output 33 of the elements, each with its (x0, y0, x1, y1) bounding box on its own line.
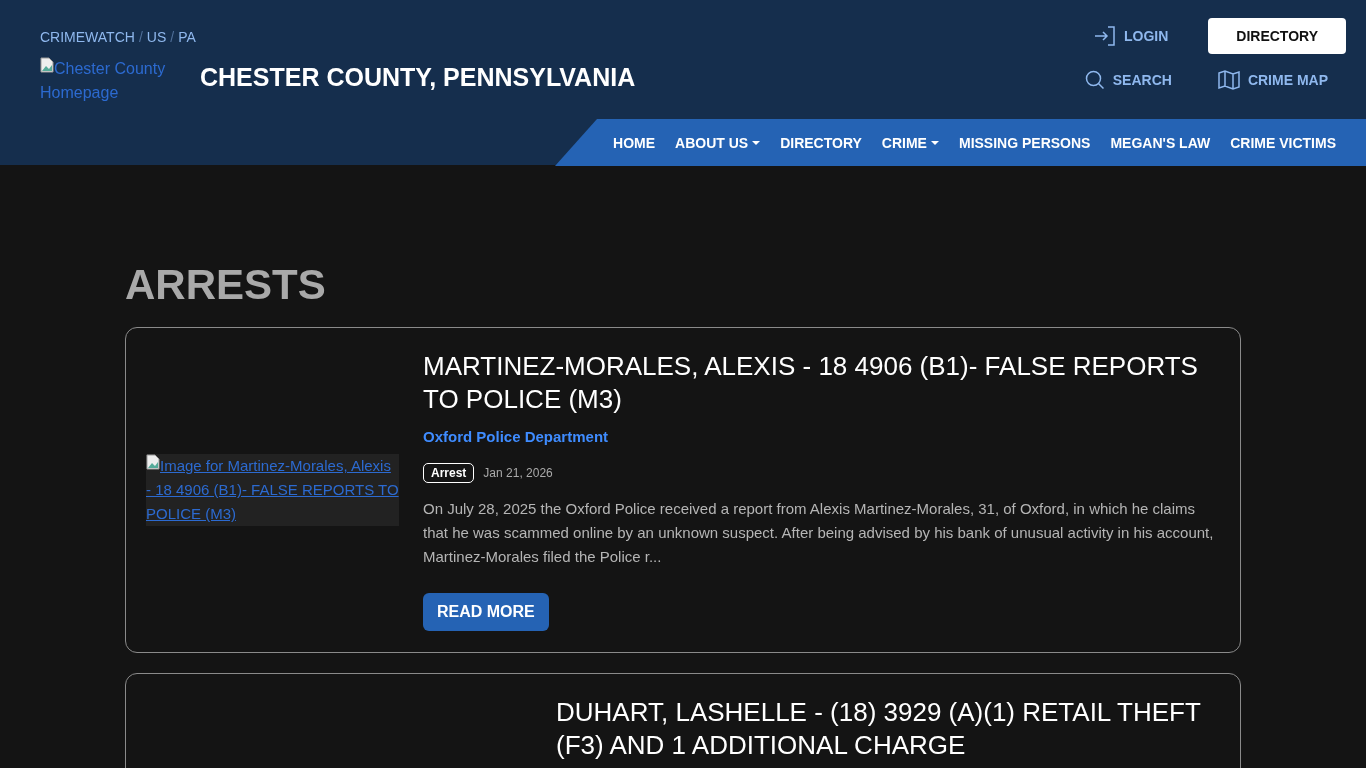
nav-link[interactable]: ABOUT US (675, 134, 761, 151)
agency-link[interactable]: Oxford Police Department (423, 428, 609, 445)
nav-link[interactable]: CRIME VICTIMS (1230, 134, 1336, 151)
article-image-link[interactable]: Image for Martinez-Morales, Alexis - 18 4906 (B1)- FALSE REPORTS TO POLICE (M3) (146, 454, 399, 526)
article-title: MARTINEZ-MORALES, ALEXIS - 18 4906 (B1)- FALSE REPORTS TO POLICE (M3) (423, 350, 1199, 416)
login-link[interactable]: LOGIN (1093, 26, 1169, 46)
site-title: CHESTER COUNTY, PENNSYLVANIA (200, 63, 636, 92)
breadcrumb-link[interactable]: PA (178, 29, 196, 45)
article-summary: On July 28, 2025 the Oxford Police received a report from Alexis Martinez-Morales, 31, of Oxford, in which he claims that he was scammed online by an unknown suspect. After being advised by his bank of unusual activity in his account, Martinez-Morales filed the Police r... (423, 499, 1215, 567)
breadcrumb-link[interactable]: US (146, 29, 167, 45)
category-tag: Arrest (423, 463, 475, 483)
nav-link[interactable]: MEGAN'S LAW (1110, 134, 1211, 151)
breadcrumb-separator: / (170, 29, 175, 45)
nav-link[interactable]: HOME (613, 134, 656, 151)
directory-button[interactable]: DIRECTORY (1208, 18, 1346, 54)
read-more-button[interactable]: READ MORE (423, 593, 549, 631)
caret-icon (930, 140, 939, 145)
caret-icon (752, 140, 761, 145)
broken-image-icon (40, 57, 54, 73)
login-icon (1093, 26, 1116, 46)
article-title: DUHART, LASHELLE - (18) 3929 (A)(1) RETAIL THEFT (F3) AND 1 ADDITIONAL CHARGE (556, 696, 1202, 762)
breadcrumb-link[interactable]: CRIMEWATCH (40, 29, 135, 45)
page-title: ARRESTS (125, 261, 327, 309)
crime-map-link[interactable]: CRIME MAP (1217, 70, 1328, 90)
map-icon (1217, 70, 1240, 90)
nav-link[interactable]: CRIME (881, 134, 939, 151)
search-icon (1084, 70, 1105, 90)
nav-link[interactable]: DIRECTORY (780, 134, 862, 151)
broken-image-icon (146, 454, 160, 470)
search-link[interactable]: SEARCH (1084, 70, 1172, 90)
nav-link[interactable]: MISSING PERSONS (958, 134, 1091, 151)
breadcrumb-separator: / (138, 29, 143, 45)
article-date: Jan 21, 2026 (483, 466, 553, 480)
